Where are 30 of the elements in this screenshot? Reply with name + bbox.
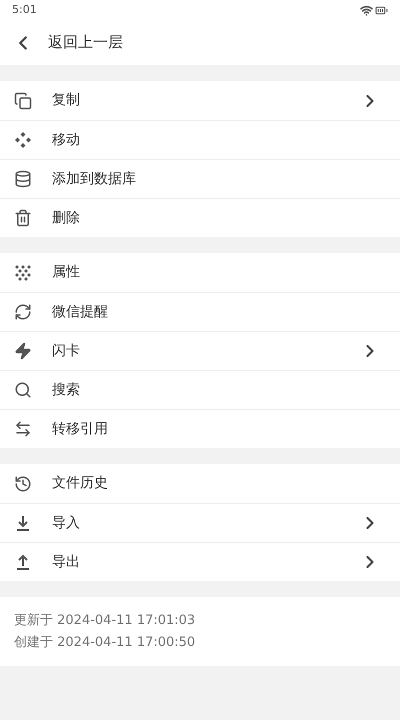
menu-item[interactable]: 微信提醒 <box>0 292 400 331</box>
menu-item[interactable]: 属性 <box>0 253 400 292</box>
download-icon <box>14 514 32 532</box>
menu-item[interactable]: 搜索 <box>0 370 400 409</box>
lightning-icon <box>14 342 32 360</box>
menu-item[interactable]: 导出 <box>0 542 400 581</box>
menu-item[interactable]: 转移引用 <box>0 409 400 448</box>
back-button[interactable]: 返回上一层 <box>0 20 400 65</box>
menu-item[interactable]: 删除 <box>0 198 400 237</box>
menu-item[interactable]: 添加到数据库 <box>0 159 400 198</box>
arrows-icon <box>14 420 32 438</box>
copy-icon <box>14 92 32 110</box>
refresh-icon <box>14 303 32 321</box>
history-icon <box>14 474 32 492</box>
dots-icon <box>14 264 32 282</box>
timestamp-text: 创建于 2024-04-11 17:00:50 <box>14 634 196 652</box>
menu-item[interactable]: 复制 <box>0 81 400 120</box>
trash-icon <box>14 209 32 227</box>
battery-icon <box>375 4 388 16</box>
menu-item[interactable]: 闪卡 <box>0 331 400 370</box>
timestamp-text: 更新于 2024-04-11 17:01:03 <box>14 612 196 630</box>
menu-item[interactable]: 移动 <box>0 120 400 159</box>
menu-item[interactable]: 文件历史 <box>0 464 400 503</box>
upload-icon <box>14 553 32 571</box>
search-icon <box>14 381 32 399</box>
wifi-icon <box>360 4 373 16</box>
menu-item[interactable]: 导入 <box>0 503 400 542</box>
status-time: 5:01 <box>12 2 37 18</box>
move-icon <box>14 131 32 149</box>
database-icon <box>14 170 32 188</box>
